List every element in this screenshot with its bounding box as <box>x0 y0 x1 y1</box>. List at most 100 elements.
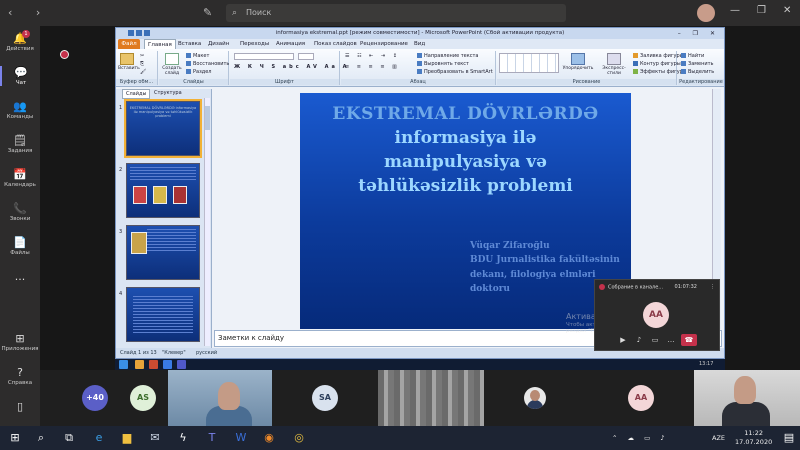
reset-button[interactable]: Восстановить <box>186 61 229 67</box>
participant-video-2[interactable] <box>378 370 484 426</box>
tab-insert[interactable]: Вставка <box>178 39 201 49</box>
shape-outline-button[interactable]: Контур фигуры <box>633 61 681 67</box>
taskbar-clock[interactable]: 11:22 17.07.2020 <box>735 429 772 447</box>
slide-title-line-4: təhlükəsizlik problemi <box>358 176 573 196</box>
slides-pane: Слайды Структура 1 EKSTREMAL DÖVRLƏRDƏ i… <box>116 89 212 348</box>
nav-arrows[interactable]: ‹ › <box>8 6 50 19</box>
slide-thumbnail-2[interactable] <box>126 163 200 218</box>
participant-avatar-as[interactable]: AS <box>130 385 156 411</box>
rail-item-files[interactable]: 📄 Файлы <box>0 236 40 256</box>
editing-group: Найти Заменить Выделить Редактирование <box>678 51 724 85</box>
minimize-icon[interactable]: — <box>730 5 740 16</box>
section-button[interactable]: Раздел <box>186 69 211 75</box>
overflow-participants[interactable]: +40 <box>82 385 108 411</box>
rail-item-calls[interactable]: 📞 Звонки <box>0 202 40 222</box>
participant-avatar-sa[interactable]: SA <box>312 385 338 411</box>
maximize-icon[interactable]: ❐ <box>757 5 766 16</box>
font-format-buttons[interactable]: Ж К Ч S abc AV Aa A <box>234 64 349 70</box>
tab-design[interactable]: Дизайн <box>208 39 229 49</box>
search-input[interactable]: ⌕ Поиск <box>226 4 566 22</box>
rail-item-chat[interactable]: 💬 Чат <box>0 66 40 86</box>
copy-icon[interactable]: ⎘ <box>140 61 144 67</box>
slide-thumbnail-1[interactable]: EKSTREMAL DÖVRLƏRDƏ informasiya ilə mani… <box>124 99 202 158</box>
rail-item-more[interactable]: ... <box>0 270 40 284</box>
rail-item-help[interactable]: ? Справка <box>0 366 40 386</box>
slide-thumbnail-3[interactable] <box>126 225 200 280</box>
meeting-mini-window[interactable]: Собрание в канале... 01:07:32 ⋮ AA ▶ ♪ ▭… <box>594 279 720 351</box>
participant-video-1[interactable] <box>168 370 272 426</box>
layout-button[interactable]: Макет <box>186 53 209 59</box>
rail-item-device[interactable]: ▯ <box>0 400 40 414</box>
new-slide-button[interactable]: Создать слайд <box>161 53 183 76</box>
tab-review[interactable]: Рецензирование <box>360 39 408 49</box>
font-name-select[interactable] <box>234 53 294 60</box>
smartart-button[interactable]: Преобразовать в SmartArt <box>417 69 493 75</box>
font-size-select[interactable] <box>298 53 314 60</box>
file-explorer-icon[interactable]: ▆ <box>120 431 134 445</box>
mail-icon[interactable]: ✉ <box>148 431 162 445</box>
powerpoint-title-bar: informasiya ekstremal.ppt [режим совмест… <box>116 28 724 39</box>
align-text-button[interactable]: Выровнять текст <box>417 61 469 67</box>
app-rail: 🔔 1 Действия 💬 Чат 👥 Команды 🗒 Задания 📅… <box>0 26 40 426</box>
window-controls[interactable]: – ❐ ✕ <box>678 28 720 39</box>
paste-button[interactable]: Вставить <box>118 53 140 71</box>
arrange-button[interactable]: Упорядочить <box>561 53 595 71</box>
keyboard-language[interactable]: AZE <box>712 426 725 450</box>
slides-pane-scrollbar[interactable] <box>204 98 210 346</box>
office-button[interactable]: Файл <box>118 39 140 49</box>
format-painter-icon[interactable]: 🖌 <box>140 69 146 75</box>
rail-item-calendar[interactable]: 📅 Календарь <box>0 168 40 188</box>
share-screen-icon[interactable]: ▭ <box>649 334 661 346</box>
skype-icon[interactable]: ϟ <box>176 431 190 445</box>
firefox-icon[interactable]: ◉ <box>262 431 276 445</box>
system-tray-icons[interactable]: ⌃ ☁ ▭ ♪ <box>612 426 668 450</box>
tab-transitions[interactable]: Переходы <box>240 39 269 49</box>
select-button[interactable]: Выделить <box>681 69 714 75</box>
edge-icon[interactable]: e <box>92 431 106 445</box>
task-view-icon[interactable]: ⧉ <box>62 431 76 445</box>
chrome-icon[interactable]: ◎ <box>292 431 306 445</box>
quick-access-toolbar[interactable] <box>120 30 160 37</box>
text-direction-button[interactable]: Направление текста <box>417 53 478 59</box>
slide-title-line-3: manipulyasiya və <box>384 152 547 172</box>
participant-avatar-aa[interactable]: AA <box>628 385 654 411</box>
shape-effects-button[interactable]: Эффекты фигур <box>633 69 683 75</box>
participant-avatar: AA <box>643 302 669 328</box>
windows-start-icon[interactable]: ⊞ <box>8 431 22 445</box>
new-chat-icon[interactable]: ✎ <box>203 6 217 20</box>
align-buttons[interactable]: ≡ ≡ ≡ ≡ ▥ <box>345 64 400 70</box>
tab-view[interactable]: Вид <box>414 39 425 49</box>
camera-icon[interactable]: ▶ <box>617 334 629 346</box>
participant-video-3[interactable] <box>694 370 800 426</box>
more-options-icon[interactable]: ⋮ <box>710 284 715 290</box>
microphone-icon[interactable]: ♪ <box>633 334 645 346</box>
tab-outline[interactable]: Структура <box>154 89 182 97</box>
slide-thumbnail-4[interactable] <box>126 287 200 342</box>
word-icon[interactable]: W <box>234 431 248 445</box>
notifications-icon[interactable]: ▤ <box>782 431 796 445</box>
rail-item-teams[interactable]: 👥 Команды <box>0 100 40 120</box>
tab-slides[interactable]: Слайды <box>122 89 151 99</box>
profile-avatar[interactable] <box>697 4 715 22</box>
quick-styles-button[interactable]: Экспресс-стили <box>597 53 631 76</box>
replace-button[interactable]: Заменить <box>681 61 714 67</box>
tab-animations[interactable]: Анимация <box>276 39 305 49</box>
list-buttons[interactable]: ☰ ☷ ⇤ ⇥ ↕ <box>345 53 400 59</box>
rail-item-apps[interactable]: ⊞ Приложения <box>0 332 40 352</box>
tab-slideshow[interactable]: Показ слайдов <box>314 39 357 49</box>
rail-item-activity[interactable]: 🔔 1 Действия <box>0 30 40 52</box>
search-icon[interactable]: ⌕ <box>34 431 48 445</box>
teams-icon[interactable]: T <box>205 431 219 445</box>
shapes-gallery[interactable] <box>499 53 559 73</box>
find-button[interactable]: Найти <box>681 53 704 59</box>
close-icon[interactable]: ✕ <box>783 5 791 16</box>
files-icon: 📄 <box>13 236 27 249</box>
rail-item-assignments[interactable]: 🗒 Задания <box>0 134 40 154</box>
hang-up-button[interactable]: ☎ <box>681 334 697 346</box>
more-actions-icon[interactable]: … <box>665 334 677 346</box>
rail-label: Задания <box>7 148 33 154</box>
shape-fill-button[interactable]: Заливка фигуры <box>633 53 684 59</box>
cut-icon[interactable]: ✂ <box>140 53 144 59</box>
current-slide[interactable]: EKSTREMAL DÖVRLƏRDƏ informasiya ilə mani… <box>300 93 631 329</box>
participant-photo-avatar[interactable] <box>524 387 546 409</box>
